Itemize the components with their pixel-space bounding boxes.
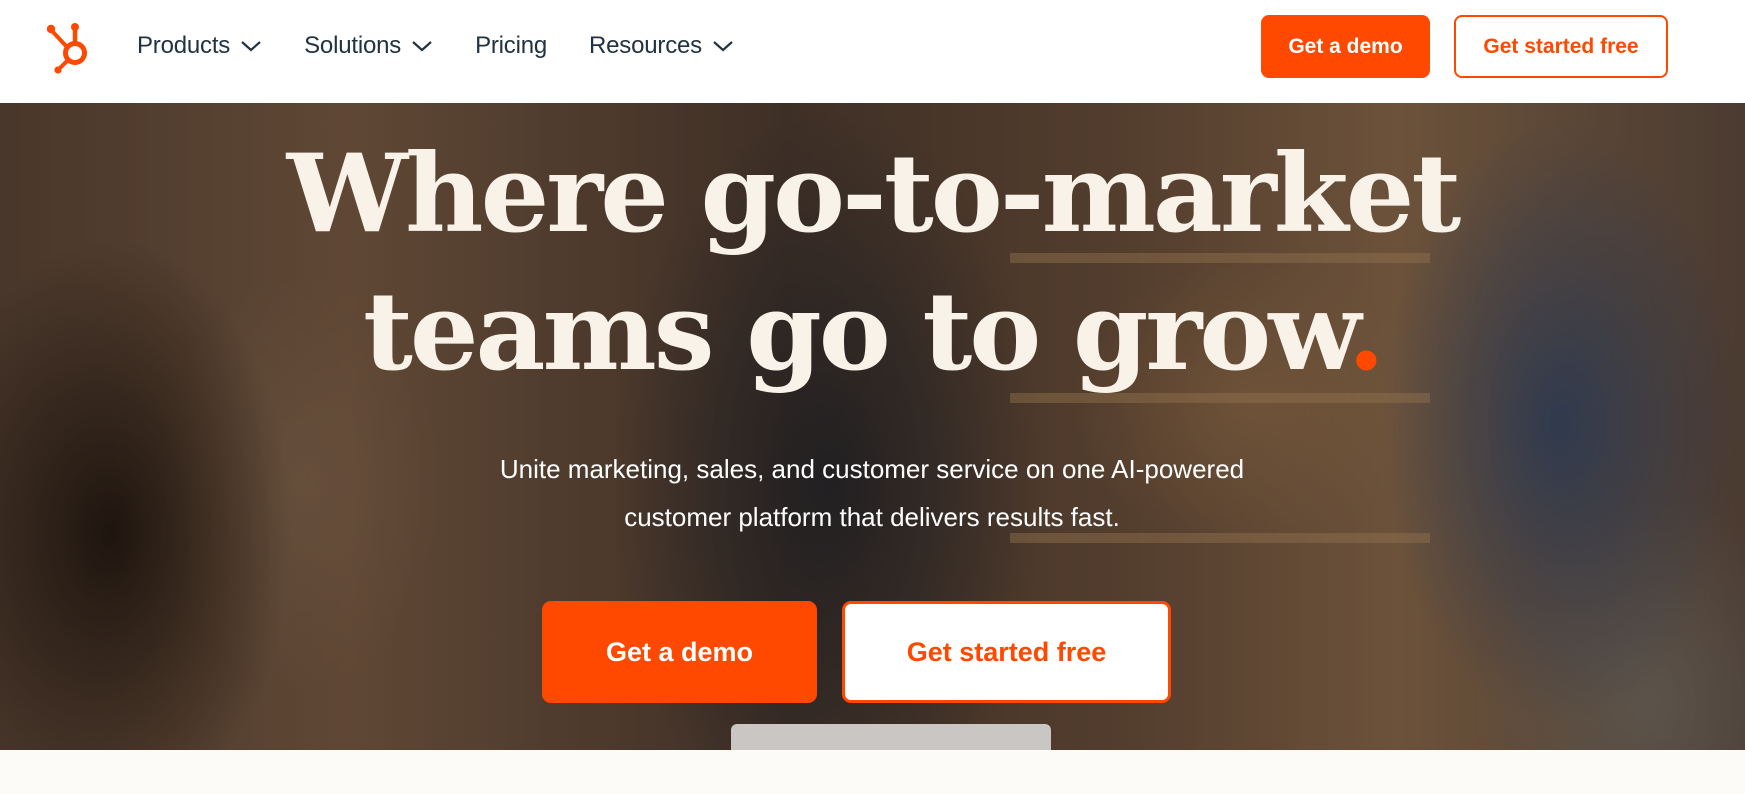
hero-get-demo-button[interactable]: Get a demo xyxy=(542,601,817,703)
hero-headline-dot: . xyxy=(1347,269,1385,395)
chevron-down-icon xyxy=(412,41,432,52)
hero-headline-line-1: Where go-to-market xyxy=(286,131,1461,257)
nav-resources[interactable]: Resources xyxy=(589,32,734,60)
site-header: Products Solutions Pricing Resources Get… xyxy=(0,0,1745,103)
hubspot-logo-icon[interactable] xyxy=(42,18,98,74)
header-get-demo-button[interactable]: Get a demo xyxy=(1261,15,1430,78)
below-hero-band xyxy=(0,750,1745,794)
hero-headline: Where go-to-market teams go to grow. xyxy=(0,125,1745,401)
nav-resources-label: Resources xyxy=(589,32,702,59)
hero-subhead-line-1: Unite marketing, sales, and customer ser… xyxy=(499,454,1245,484)
main-nav: Products Solutions Pricing Resources xyxy=(137,0,776,92)
laptop-image xyxy=(731,724,1051,750)
chevron-down-icon xyxy=(241,41,261,52)
hero-get-started-button[interactable]: Get started free xyxy=(842,601,1171,703)
nav-pricing[interactable]: Pricing xyxy=(475,32,547,60)
hero-subhead-line-2: customer platform that delivers results … xyxy=(624,502,1120,532)
nav-products[interactable]: Products xyxy=(137,32,262,60)
nav-solutions[interactable]: Solutions xyxy=(304,32,433,60)
nav-pricing-label: Pricing xyxy=(475,32,548,59)
hero-section: Where go-to-market teams go to grow. Uni… xyxy=(0,103,1745,750)
header-get-started-button[interactable]: Get started free xyxy=(1454,15,1668,78)
nav-solutions-label: Solutions xyxy=(304,32,402,59)
chevron-down-icon xyxy=(713,41,733,52)
hero-headline-line-2: teams go to grow xyxy=(362,269,1350,395)
nav-products-label: Products xyxy=(137,32,231,59)
hero-content: Where go-to-market teams go to grow. Uni… xyxy=(0,103,1745,750)
hero-subhead: Unite marketing, sales, and customer ser… xyxy=(372,445,1372,541)
hero-headline-line-2-wrap: teams go to grow. xyxy=(0,263,1745,401)
